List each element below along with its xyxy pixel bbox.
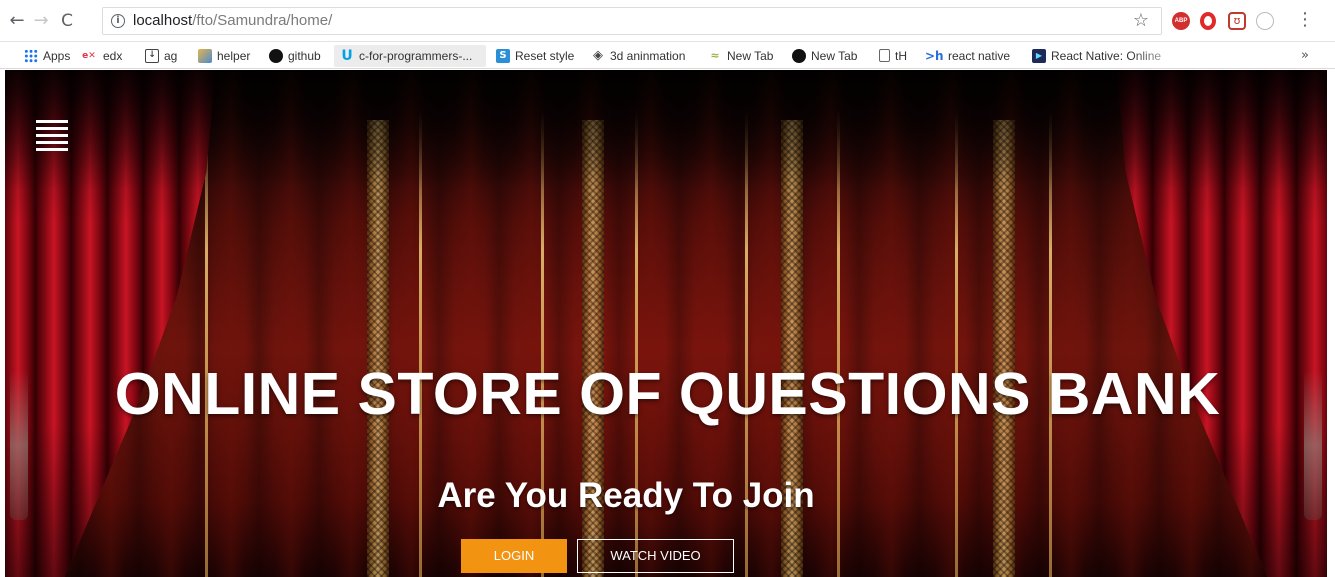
bookmark-ag[interactable]: ↓ ag	[145, 46, 177, 66]
reset-style-icon: S	[496, 48, 510, 63]
url-path: /fto/Samundra/home/	[192, 12, 333, 29]
bookmark-react-native[interactable]: >h react native	[925, 46, 1010, 66]
info-icon[interactable]: i	[111, 14, 125, 28]
bookmark-label: c-for-programmers-...	[359, 49, 473, 63]
bookmark-label: New Tab	[727, 49, 774, 63]
react-native-icon: ▶	[1032, 48, 1046, 63]
download-icon: ↓	[145, 48, 159, 63]
github-icon	[792, 48, 806, 63]
bookmark-label: Apps	[43, 49, 71, 63]
image-thumbnail-icon	[198, 48, 212, 63]
browser-toolbar: ← → C i localhost/fto/Samundra/home/ ☆ A…	[0, 0, 1335, 42]
hero-subtitle: Are You Ready To Join	[437, 476, 815, 515]
login-button[interactable]: LOGIN	[461, 539, 567, 573]
bookmark-edx[interactable]: e✕ edx	[80, 46, 122, 66]
bookmark-star-icon[interactable]: ☆	[1133, 10, 1149, 31]
bookmark-label: Reset style	[515, 49, 575, 63]
bookmark-label: github	[288, 49, 321, 63]
reload-icon[interactable]: C	[56, 10, 78, 32]
bookmark-label: ag	[164, 49, 178, 63]
url-text[interactable]: localhost/fto/Samundra/home/	[133, 12, 332, 29]
opera-extension-icon[interactable]	[1200, 12, 1216, 30]
adblock-plus-icon[interactable]: ABP	[1172, 12, 1190, 30]
bookmark-helper[interactable]: helper	[198, 46, 250, 66]
hero-title: ONLINE STORE OF QUESTIONS BANK	[114, 361, 1221, 427]
bookmark-label: 3d aninmation	[610, 49, 686, 63]
bookmark-c-for-programmers[interactable]: Uc-for-programmers-...	[340, 46, 472, 66]
apps-grid-icon	[24, 48, 38, 63]
bookmarks-overflow-icon[interactable]: »	[1301, 48, 1309, 63]
browser-menu-icon[interactable]: ⋮	[1296, 9, 1314, 31]
bookmark-label: helper	[217, 49, 251, 63]
github-icon	[269, 48, 283, 63]
pocket-icon[interactable]	[1228, 12, 1246, 30]
back-arrow-icon[interactable]: ←	[6, 10, 28, 32]
bookmark-fade	[1130, 43, 1190, 68]
new-tab-icon: ≈	[710, 48, 720, 62]
forward-arrow-icon[interactable]: →	[30, 10, 52, 32]
bookmark-github[interactable]: github	[269, 46, 321, 66]
bookmark-new-tab-github[interactable]: New Tab	[792, 46, 857, 66]
bookmark-th[interactable]: tH	[879, 46, 907, 66]
bookmark-label: New Tab	[811, 49, 858, 63]
address-bar[interactable]: i localhost/fto/Samundra/home/ ☆	[102, 7, 1162, 35]
bookmark-reset-style[interactable]: S Reset style	[496, 46, 574, 66]
bookmark-apps[interactable]: Apps	[24, 46, 70, 66]
bookmark-label: edx	[103, 49, 123, 63]
bookmark-new-tab[interactable]: ≈ New Tab	[708, 46, 773, 66]
udacity-icon: U	[341, 47, 353, 64]
extension-circle-icon[interactable]	[1256, 12, 1274, 30]
bookmark-3d-aninmation[interactable]: ◈ 3d aninmation	[591, 46, 685, 66]
page-viewport: ONLINE STORE OF QUESTIONS BANK Are You R…	[0, 70, 1335, 577]
bookmark-label: tH	[895, 49, 907, 63]
url-host: localhost	[133, 12, 193, 29]
edx-icon: e✕	[82, 50, 96, 61]
diamond-icon: ◈	[593, 47, 603, 63]
bookmark-label: react native	[948, 49, 1011, 63]
document-icon	[879, 49, 890, 63]
hackerrank-icon: >h	[925, 48, 944, 63]
watch-video-button[interactable]: WATCH VIDEO	[577, 539, 734, 573]
hamburger-menu-icon[interactable]	[36, 120, 68, 156]
